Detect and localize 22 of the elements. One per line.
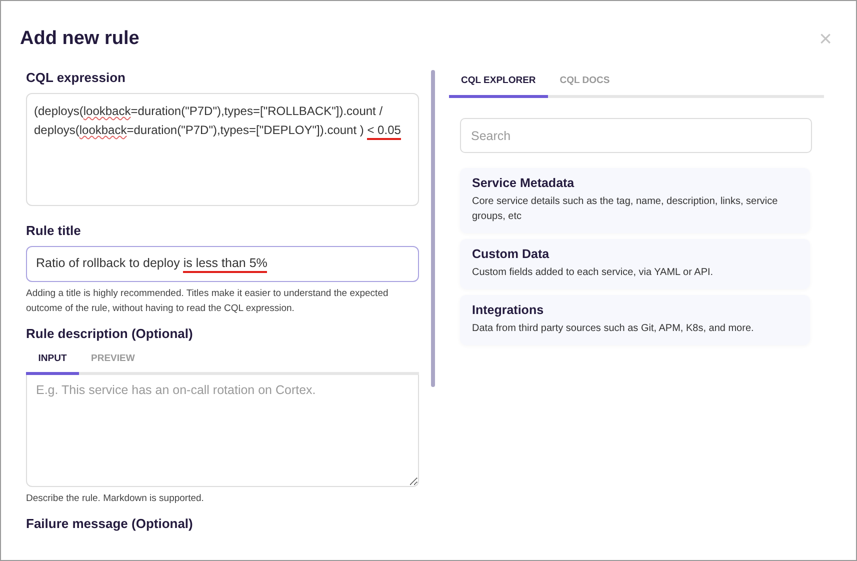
card-title: Service Metadata xyxy=(472,176,576,190)
description-field[interactable]: E.g. This service has an on-call rotation on Cortex. xyxy=(26,375,419,487)
field-label: CQL expression xyxy=(26,70,126,85)
rule-title-field[interactable]: Ratio of rollback to deploy is less than 5% xyxy=(26,246,419,282)
category-card[interactable]: Service Metadata Core service details such as the tag, name, description, links, service groups, etc xyxy=(460,168,810,233)
help-text: Adding a title is highly recommended. Titles make it easier to understand the expected outcome of the rule, without having to read the CQL expression. xyxy=(26,287,390,316)
card-title: Custom Data xyxy=(472,247,550,261)
cql-expression-field[interactable]: (deploys(lookback=duration("P7D"),types=["ROLLBACK"]).count / deploys(lookback=duration("P7D"),types=["DEPLOY"]).count ) < 0.05 xyxy=(26,93,419,206)
tab[interactable]: CQL EXPLORER xyxy=(449,73,548,98)
scrollbar[interactable] xyxy=(431,70,435,387)
field-label: Rule description (Optional) xyxy=(26,326,194,341)
card-title: Integrations xyxy=(472,303,545,317)
help-text: Describe the rule. Markdown is supported. xyxy=(26,492,205,506)
search-field[interactable]: Search xyxy=(460,118,812,153)
field-label: Failure message (Optional) xyxy=(26,516,194,531)
card-description: Data from third party sources such as Git, APM, K8s, and more. xyxy=(472,322,755,336)
field-label: Rule title xyxy=(26,223,82,238)
category-card[interactable]: Custom Data Custom fields added to each service, via YAML or API. xyxy=(460,239,810,289)
card-description: Core service details such as the tag, name, description, links, service groups, etc xyxy=(472,195,779,224)
card-description: Custom fields added to each service, via YAML or API. xyxy=(472,266,714,280)
dialog-title: Add new rule xyxy=(20,28,140,50)
category-card[interactable]: Integrations Data from third party sources such as Git, APM, K8s, and more. xyxy=(460,295,810,345)
